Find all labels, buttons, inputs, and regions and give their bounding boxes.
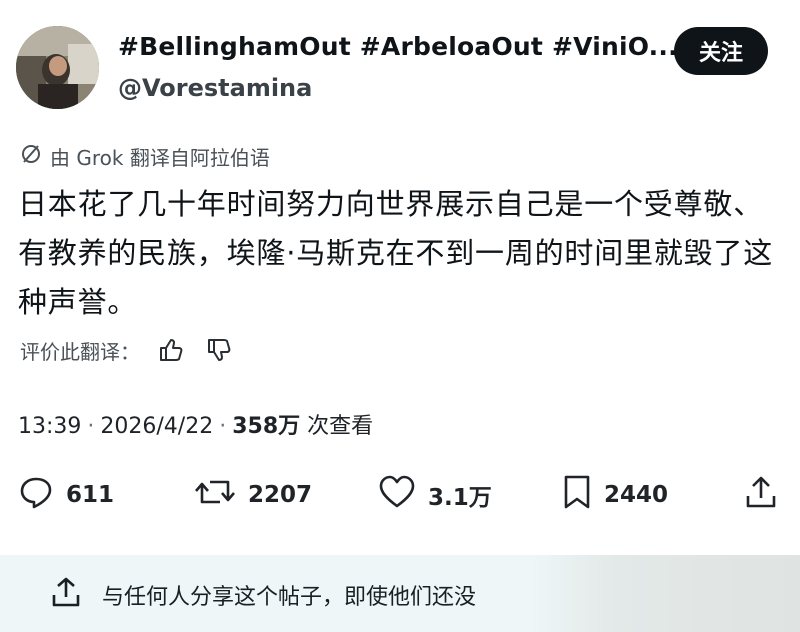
thumbs-up-icon[interactable]: [154, 334, 188, 366]
rate-translation: 评价此翻译：: [20, 334, 236, 366]
separator-dot: ·: [87, 414, 95, 439]
thumbs-down-icon[interactable]: [202, 334, 236, 366]
repost-button[interactable]: 2207: [194, 470, 312, 520]
follow-button[interactable]: 关注: [674, 27, 768, 75]
repost-count: 2207: [248, 482, 313, 508]
reply-button[interactable]: 611: [18, 470, 114, 520]
bookmark-icon: [562, 474, 592, 516]
grok-icon: [20, 143, 42, 170]
post-meta: 13:39 · 2026/4/22 · 358万 次查看: [18, 408, 373, 440]
action-bar: 611 2207 3.1万 2440: [0, 470, 800, 520]
post-date[interactable]: 2026/4/22: [100, 414, 213, 439]
like-count: 3.1万: [428, 485, 492, 511]
share-banner[interactable]: 与任何人分享这个帖子，即使他们还没: [0, 555, 800, 632]
reply-count: 611: [66, 482, 115, 508]
translation-note-text: 由 Grok 翻译自阿拉伯语: [50, 145, 270, 170]
view-count-label: 次查看: [307, 414, 374, 439]
post-time[interactable]: 13:39: [18, 414, 81, 439]
translation-note: 由 Grok 翻译自阿拉伯语: [20, 142, 270, 170]
author-name[interactable]: #BellinghamOut #ArbeloaOut #ViniO...: [118, 32, 678, 61]
separator-dot: ·: [219, 414, 227, 439]
repost-icon: [194, 474, 236, 516]
avatar-image: [16, 26, 99, 109]
share-banner-text: 与任何人分享这个帖子，即使他们还没: [102, 585, 477, 610]
bookmark-count: 2440: [604, 482, 669, 508]
share-icon: [744, 474, 778, 516]
view-count: 358万: [232, 414, 301, 439]
post-text: 日本花了几十年时间努力向世界展示自己是一个受尊敬、有教养的民族，埃隆·马斯克在不…: [18, 187, 774, 319]
reply-icon: [18, 474, 54, 516]
avatar[interactable]: [16, 26, 99, 109]
like-button[interactable]: 3.1万: [378, 470, 492, 520]
blur-overlay: [530, 555, 800, 632]
like-icon: [378, 474, 416, 516]
share-button[interactable]: [744, 470, 778, 520]
author-handle[interactable]: @Vorestamina: [118, 74, 312, 102]
share-icon: [50, 575, 82, 615]
bookmark-button[interactable]: 2440: [562, 470, 668, 520]
rate-translation-label: 评价此翻译：: [20, 339, 140, 364]
